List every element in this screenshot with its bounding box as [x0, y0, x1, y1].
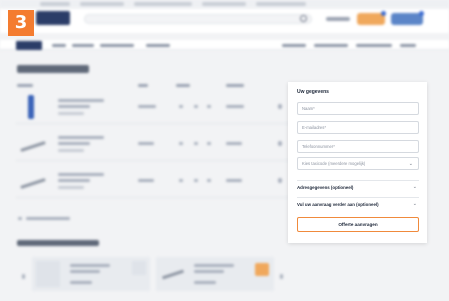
- qty-minus[interactable]: [179, 179, 183, 182]
- column-header: [138, 84, 148, 87]
- product-image: [20, 141, 46, 152]
- account-link[interactable]: [326, 17, 350, 21]
- add-icon[interactable]: [18, 217, 22, 220]
- chevron-down-icon: ⌄: [412, 201, 417, 207]
- qty-minus[interactable]: [179, 142, 183, 145]
- qty-plus[interactable]: [207, 105, 211, 108]
- product-sku: [58, 149, 84, 152]
- request-details-toggle[interactable]: Vul uw aanvraag verder aan (optioneel) ⌄: [297, 197, 419, 211]
- nav-item[interactable]: [100, 44, 134, 47]
- row-subtotal: [226, 142, 242, 145]
- quote-form-panel: Uw gegevens Naam* E-mailadres* Telefoonn…: [288, 82, 427, 243]
- trash-icon[interactable]: [278, 178, 282, 183]
- top-usp-bar: [0, 0, 449, 8]
- product-name[interactable]: [58, 105, 90, 108]
- table-row: [16, 164, 291, 198]
- phone-placeholder: Telefoonnummer*: [302, 144, 335, 149]
- product-name[interactable]: [58, 179, 90, 182]
- product-price: [138, 179, 154, 182]
- address-section-toggle[interactable]: Adresgegevens (optioneel) ⌄: [297, 180, 419, 194]
- accessory-name[interactable]: [70, 270, 100, 273]
- product-image: [20, 178, 46, 189]
- cart-header-button[interactable]: [391, 13, 423, 25]
- email-placeholder: E-mailadres*: [302, 125, 326, 130]
- taxicode-select[interactable]: Kies taxicode (meerdere mogelijk) ⌄: [297, 157, 419, 170]
- product-name[interactable]: [58, 142, 90, 145]
- usp-item: [80, 2, 124, 6]
- carousel-prev-icon[interactable]: [22, 274, 25, 279]
- search-icon[interactable]: [300, 15, 307, 22]
- page-title: [17, 65, 89, 73]
- accessory-image: [36, 261, 60, 287]
- usp-item: [40, 2, 70, 6]
- product-price: [138, 142, 154, 145]
- request-quote-button[interactable]: Offerte aanvragen: [297, 217, 419, 232]
- qty-minus[interactable]: [179, 105, 183, 108]
- trash-icon[interactable]: [278, 141, 282, 146]
- product-name[interactable]: [58, 136, 104, 139]
- quote-count-badge: [381, 11, 386, 16]
- column-header: [176, 84, 190, 87]
- nav-item-products[interactable]: [16, 41, 42, 50]
- chevron-down-icon: ⌄: [412, 184, 417, 190]
- accessory-add-button[interactable]: [132, 261, 146, 275]
- address-section-label: Adresgegevens (optioneel): [297, 185, 354, 190]
- row-subtotal: [226, 179, 242, 182]
- accessory-price: [70, 281, 92, 284]
- qty-value[interactable]: [194, 105, 198, 108]
- table-row: [16, 90, 291, 124]
- usp-item: [256, 2, 306, 6]
- accessory-name[interactable]: [194, 264, 234, 267]
- product-price: [138, 105, 156, 108]
- accessory-name[interactable]: [70, 264, 110, 267]
- product-name[interactable]: [58, 173, 104, 176]
- email-field[interactable]: E-mailadres*: [297, 121, 419, 134]
- product-name[interactable]: [58, 99, 104, 102]
- qty-plus[interactable]: [207, 142, 211, 145]
- product-sku: [58, 186, 84, 189]
- row-subtotal: [226, 105, 244, 108]
- column-header: [17, 84, 33, 87]
- qty-value[interactable]: [194, 179, 198, 182]
- nav-item[interactable]: [400, 44, 416, 47]
- site-search-input[interactable]: [84, 14, 312, 24]
- phone-field[interactable]: Telefoonnummer*: [297, 140, 419, 153]
- accessory-image: [162, 269, 184, 280]
- nav-item[interactable]: [72, 44, 94, 47]
- nav-item[interactable]: [356, 44, 392, 47]
- nav-item[interactable]: [146, 44, 170, 47]
- request-details-label: Vul uw aanvraag verder aan (optioneel): [297, 202, 379, 207]
- add-more-products-link[interactable]: [26, 217, 70, 220]
- form-title: Uw gegevens: [297, 89, 329, 95]
- carousel-next-icon[interactable]: [280, 274, 283, 279]
- name-field[interactable]: Naam*: [297, 102, 419, 115]
- site-logo[interactable]: [36, 11, 70, 25]
- section-title-accessories: [17, 240, 99, 246]
- nav-item[interactable]: [52, 44, 66, 47]
- name-placeholder: Naam*: [302, 106, 315, 111]
- chevron-down-icon: ⌄: [408, 161, 413, 167]
- table-row: [16, 127, 291, 161]
- qty-value[interactable]: [194, 142, 198, 145]
- usp-item: [202, 2, 246, 6]
- cart-count-badge: [419, 11, 424, 16]
- taxicode-placeholder: Kies taxicode (meerdere mogelijk): [302, 161, 366, 166]
- column-header: [226, 84, 244, 87]
- product-sku: [58, 112, 84, 115]
- product-image: [28, 95, 34, 119]
- nav-item[interactable]: [282, 44, 306, 47]
- step-number-badge: 3: [8, 10, 34, 36]
- trash-icon[interactable]: [278, 104, 282, 109]
- accessory-name[interactable]: [194, 270, 224, 273]
- accessory-add-button[interactable]: [255, 263, 269, 276]
- qty-plus[interactable]: [207, 179, 211, 182]
- accessory-price: [194, 281, 216, 284]
- usp-item: [134, 2, 192, 6]
- accessory-card[interactable]: [32, 257, 150, 291]
- nav-item[interactable]: [314, 44, 348, 47]
